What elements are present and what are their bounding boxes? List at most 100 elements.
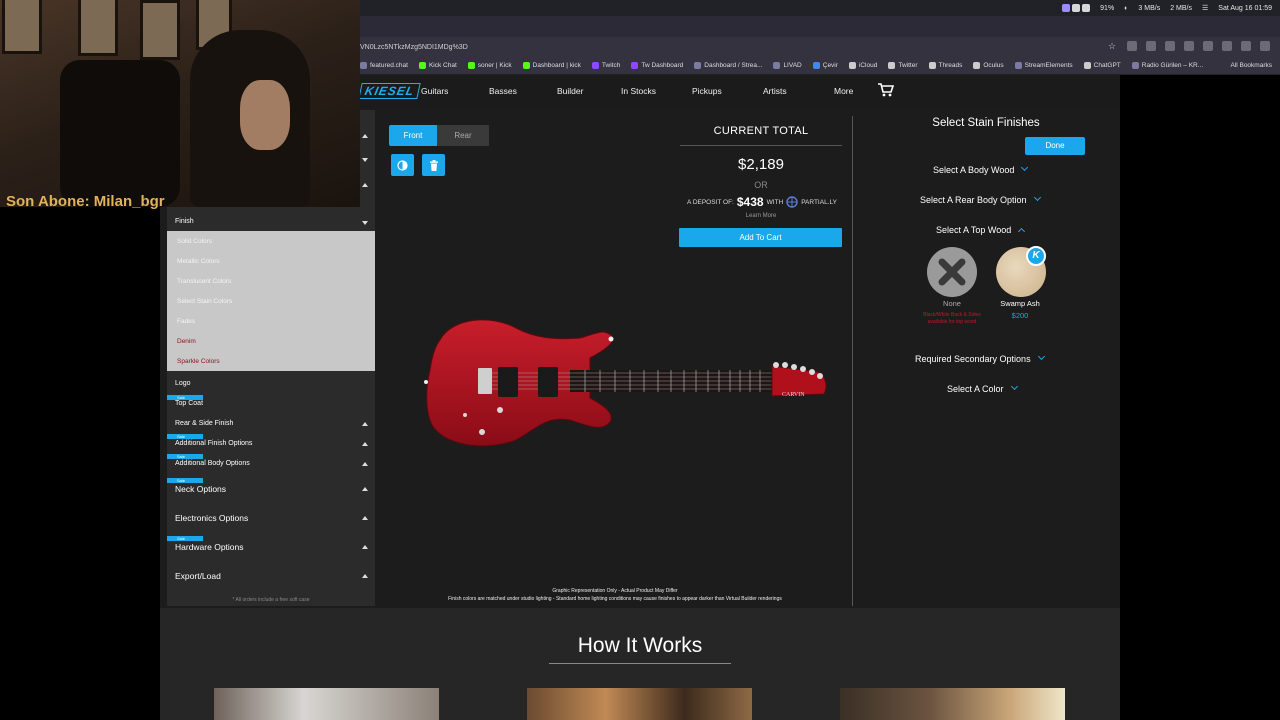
nav-pickups[interactable]: Pickups (692, 86, 722, 96)
bookmark-item[interactable]: Twitter (888, 62, 918, 69)
bookmark-favicon (812, 62, 820, 69)
sidebar-section-rear-side[interactable]: Rear & Side Finish (167, 420, 375, 427)
url-text[interactable]: VN0Lzc5NTkzMzg5NDI1MDg%3D (360, 44, 468, 51)
extension-icon[interactable] (1165, 41, 1175, 51)
finish-item-fades[interactable]: Fades (177, 318, 195, 325)
bookmark-item[interactable]: Dashboard / Strea... (694, 62, 762, 69)
bookmark-item[interactable]: Tw Dashboard (631, 62, 683, 69)
bookmark-item[interactable]: featured.chat (360, 62, 408, 69)
done-button[interactable]: Done (1025, 137, 1085, 155)
nav-builder[interactable]: Builder (557, 86, 583, 96)
close-icon (938, 258, 966, 286)
nav-basses[interactable]: Basses (489, 86, 517, 96)
sidebar-section-additional-body[interactable]: Additional Body Options (167, 460, 375, 467)
sidebar-section-additional-finish[interactable]: Additional Finish Options (167, 440, 375, 447)
sidebar-section-hardware[interactable]: Hardware Options (167, 542, 375, 552)
bookmark-item[interactable]: Twitch (591, 62, 620, 69)
bookmark-star-icon[interactable]: ☆ (1108, 41, 1118, 51)
body-wood-selector[interactable]: Select A Body Wood (933, 163, 1029, 175)
bookmark-item[interactable]: soner | Kick (467, 62, 512, 69)
deposit-line: A DEPOSIT OF: $438 WITH PARTIAL.LY (687, 195, 837, 209)
bookmark-item[interactable]: Radio Gürilen – KR... (1131, 62, 1203, 69)
partially-logo-icon (786, 196, 798, 208)
learn-more-link[interactable]: Learn More (680, 213, 842, 219)
panel-divider (852, 116, 853, 606)
total-price: $2,189 (738, 156, 784, 173)
top-wood-none-swatch[interactable] (927, 247, 977, 297)
nav-more[interactable]: More (834, 86, 853, 96)
extension-icon[interactable] (1241, 41, 1251, 51)
rear-body-selector[interactable]: Select A Rear Body Option (920, 193, 1041, 205)
bookmark-item[interactable]: Dashboard | kick (522, 62, 581, 69)
view-toggle: Front Rear (389, 125, 489, 146)
bookmark-item[interactable]: ChatGPT (1083, 62, 1121, 69)
site-logo[interactable]: KIESEL (358, 83, 422, 99)
bookmark-favicon (848, 62, 856, 69)
finish-item-stain[interactable]: Select Stain Colors (177, 298, 232, 305)
bookmark-favicon (522, 62, 530, 69)
sidebar-section-top-coat[interactable]: Top Coat (167, 400, 375, 407)
chevron-up-icon (1018, 227, 1026, 236)
sidebar-section-electronics[interactable]: Electronics Options (167, 513, 375, 523)
sale-badge: Sale (167, 434, 203, 439)
cart-icon[interactable] (878, 83, 894, 97)
caret-up-icon (362, 487, 368, 491)
streamer-face (240, 80, 290, 150)
bookmark-item[interactable]: Çevir (812, 62, 838, 69)
none-label: None (943, 299, 961, 308)
guitar-render: CARVIN (424, 319, 827, 447)
top-wood-selector[interactable]: Select A Top Wood (936, 225, 1026, 236)
battery-indicator[interactable]: 91% (1100, 5, 1114, 12)
bookmark-favicon (694, 62, 702, 69)
caret-down-icon (362, 221, 368, 225)
bookmark-item[interactable]: StreamElements (1014, 62, 1073, 69)
extension-icon[interactable] (1146, 41, 1156, 51)
bookmark-item[interactable]: Kick Chat (418, 62, 457, 69)
strap-button (424, 380, 428, 384)
swamp-ash-price: $200 (1011, 311, 1029, 320)
delete-button[interactable] (422, 154, 445, 176)
bookmark-item[interactable]: Oculus (973, 62, 1004, 69)
extension-icon[interactable] (1127, 41, 1137, 51)
tab-rear[interactable]: Rear (437, 125, 489, 146)
bookmark-item[interactable]: Threads (928, 62, 962, 69)
finish-item-solid[interactable]: Solid Colors (177, 238, 212, 245)
nav-artists[interactable]: Artists (763, 86, 787, 96)
tab-front[interactable]: Front (389, 125, 437, 146)
extension-icon[interactable] (1203, 41, 1213, 51)
finish-item-translucent[interactable]: Translucent Colors (177, 278, 231, 285)
secondary-options-selector[interactable]: Required Secondary Options (915, 352, 1045, 364)
wall-frame (78, 0, 118, 56)
finish-item-metallic[interactable]: Metallic Colors (177, 258, 220, 265)
extension-icon[interactable] (1222, 41, 1232, 51)
all-bookmarks-link[interactable]: All Bookmarks (1230, 62, 1272, 69)
add-to-cart-button[interactable]: Add To Cart (679, 228, 842, 247)
wall-frame (140, 0, 180, 60)
sidebar-section-logo[interactable]: Logo (167, 380, 375, 387)
bookmark-favicon (888, 62, 896, 69)
nav-in-stocks[interactable]: In Stocks (621, 86, 656, 96)
sidebar-section-finish[interactable]: Finish (167, 218, 375, 230)
color-selector[interactable]: Select A Color (947, 382, 1018, 394)
finish-item-denim[interactable]: Denim (177, 338, 196, 345)
bookmark-item[interactable]: iCloud (848, 62, 877, 69)
sidebar-section-neck[interactable]: Neck Options (167, 484, 375, 494)
wifi-icon[interactable]: ◐ (1124, 5, 1128, 12)
current-total-title: CURRENT TOTAL (713, 125, 809, 137)
sidebar-section-export[interactable]: Export/Load (167, 571, 375, 581)
nav-guitars[interactable]: Guitars (421, 86, 448, 96)
menubar-clock[interactable]: Sat Aug 16 01:59 (1218, 5, 1272, 12)
gaming-chair (60, 60, 180, 207)
sidebar-footer-note: * All orders include a free soft case (232, 597, 310, 603)
render-disclaimer: Graphic Representation Only - Actual Pro… (448, 588, 782, 602)
contrast-button[interactable] (391, 154, 414, 176)
status-icons[interactable] (1062, 4, 1091, 12)
extension-icon[interactable] (1184, 41, 1194, 51)
bookmark-item[interactable]: LIVAD (773, 62, 802, 69)
wall-frame (2, 0, 42, 54)
control-center-icon[interactable]: ☰ (1202, 4, 1208, 12)
finish-item-sparkle[interactable]: Sparkle Colors (177, 358, 220, 365)
profile-icon[interactable] (1260, 41, 1270, 51)
bookmark-favicon (1014, 62, 1022, 69)
partially-label: PARTIAL.LY (801, 198, 837, 206)
